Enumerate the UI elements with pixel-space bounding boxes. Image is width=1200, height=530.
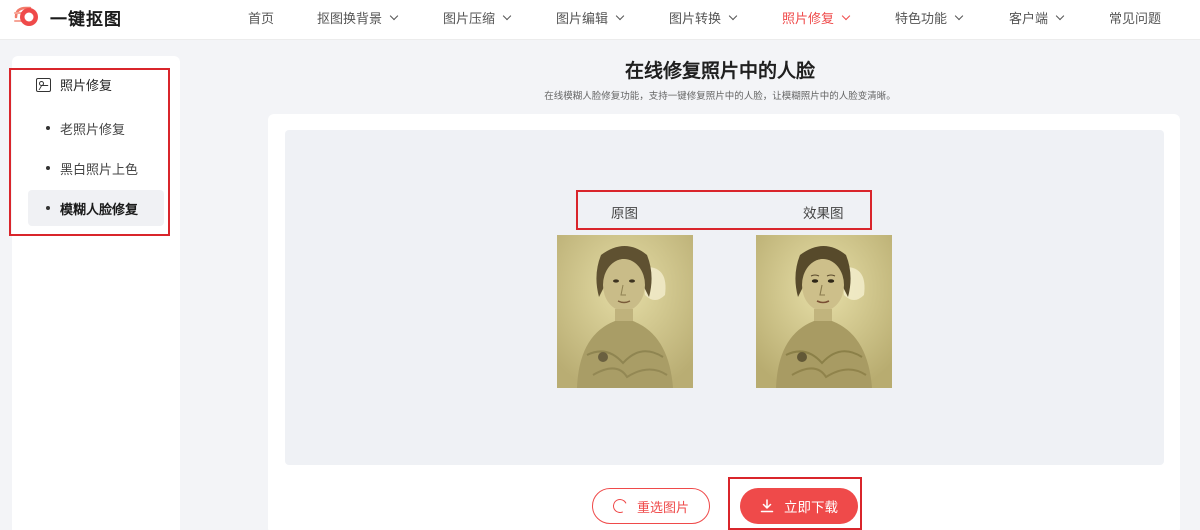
- sidebar-item-face-repair[interactable]: 模糊人脸修复: [28, 190, 164, 226]
- reselect-image-button[interactable]: 重选图片: [592, 488, 710, 524]
- result-label: 效果图: [803, 206, 844, 222]
- chevron-down-icon: [615, 11, 625, 20]
- sidebar-item-colorize[interactable]: 黑白照片上色: [28, 150, 164, 186]
- nav-special-features[interactable]: 特色功能: [895, 8, 964, 27]
- reselect-label: 重选图片: [636, 500, 689, 516]
- nav-photo-repair[interactable]: 照片修复: [782, 8, 851, 27]
- nav-cutout-background[interactable]: 抠图换背景: [317, 8, 399, 27]
- sidebar-item-label: 模糊人脸修复: [60, 202, 139, 218]
- chevron-down-icon: [728, 11, 738, 20]
- bullet-icon: [46, 206, 50, 210]
- chevron-down-icon: [1055, 11, 1065, 20]
- nav-label: 图片编辑: [556, 12, 609, 27]
- nav-image-compress[interactable]: 图片压缩: [443, 8, 512, 27]
- chevron-down-icon: [502, 11, 512, 20]
- nav-label: 抠图换背景: [317, 12, 383, 27]
- nav-label: 客户端: [1009, 12, 1049, 27]
- top-header: 一键抠图 首页 抠图换背景 图片压缩 图片编辑 图片转换 照片修复 特色功能 客…: [0, 0, 1200, 40]
- sidebar-item-label: 老照片修复: [60, 122, 126, 138]
- sidebar-item-label: 黑白照片上色: [60, 162, 139, 178]
- page-subtitle: 在线模糊人脸修复功能，支持一键修复照片中的人脸，让模糊照片中的人脸变清晰。: [544, 91, 896, 102]
- nav-client[interactable]: 客户端: [1009, 8, 1065, 27]
- chevron-down-icon: [954, 11, 964, 20]
- nav-label: 首页: [248, 12, 275, 27]
- nav-home[interactable]: 首页: [248, 8, 274, 27]
- sidebar-heading: 照片修复: [36, 75, 112, 94]
- chevron-down-icon: [389, 11, 399, 20]
- result-photo: [756, 235, 892, 388]
- bullet-icon: [46, 126, 50, 130]
- nav-image-convert[interactable]: 图片转换: [669, 8, 738, 27]
- nav-image-edit[interactable]: 图片编辑: [556, 8, 625, 27]
- nav-label: 图片转换: [669, 12, 722, 27]
- nav-label: 特色功能: [895, 12, 948, 27]
- original-photo: [557, 235, 693, 388]
- nav-label: 常见问题: [1109, 12, 1162, 27]
- sidebar-heading-label: 照片修复: [60, 79, 113, 94]
- sidebar: 照片修复 老照片修复 黑白照片上色 模糊人脸修复: [12, 56, 180, 530]
- download-icon: [760, 499, 774, 513]
- chevron-down-icon: [841, 11, 851, 20]
- image-icon: [36, 77, 51, 92]
- nav-faq[interactable]: 常见问题: [1109, 8, 1161, 27]
- download-label: 立即下载: [784, 500, 838, 516]
- bullet-icon: [46, 166, 50, 170]
- nav-label: 照片修复: [782, 12, 835, 27]
- main-nav: 首页 抠图换背景 图片压缩 图片编辑 图片转换 照片修复 特色功能 客户端 常见…: [0, 0, 1200, 34]
- page-title: 在线修复照片中的人脸: [624, 60, 815, 82]
- nav-label: 图片压缩: [443, 12, 496, 27]
- sidebar-item-old-photo-repair[interactable]: 老照片修复: [28, 110, 164, 146]
- download-button[interactable]: 立即下载: [740, 488, 858, 524]
- refresh-icon: [611, 497, 629, 515]
- preview-area: [285, 130, 1164, 465]
- original-label: 原图: [611, 206, 638, 222]
